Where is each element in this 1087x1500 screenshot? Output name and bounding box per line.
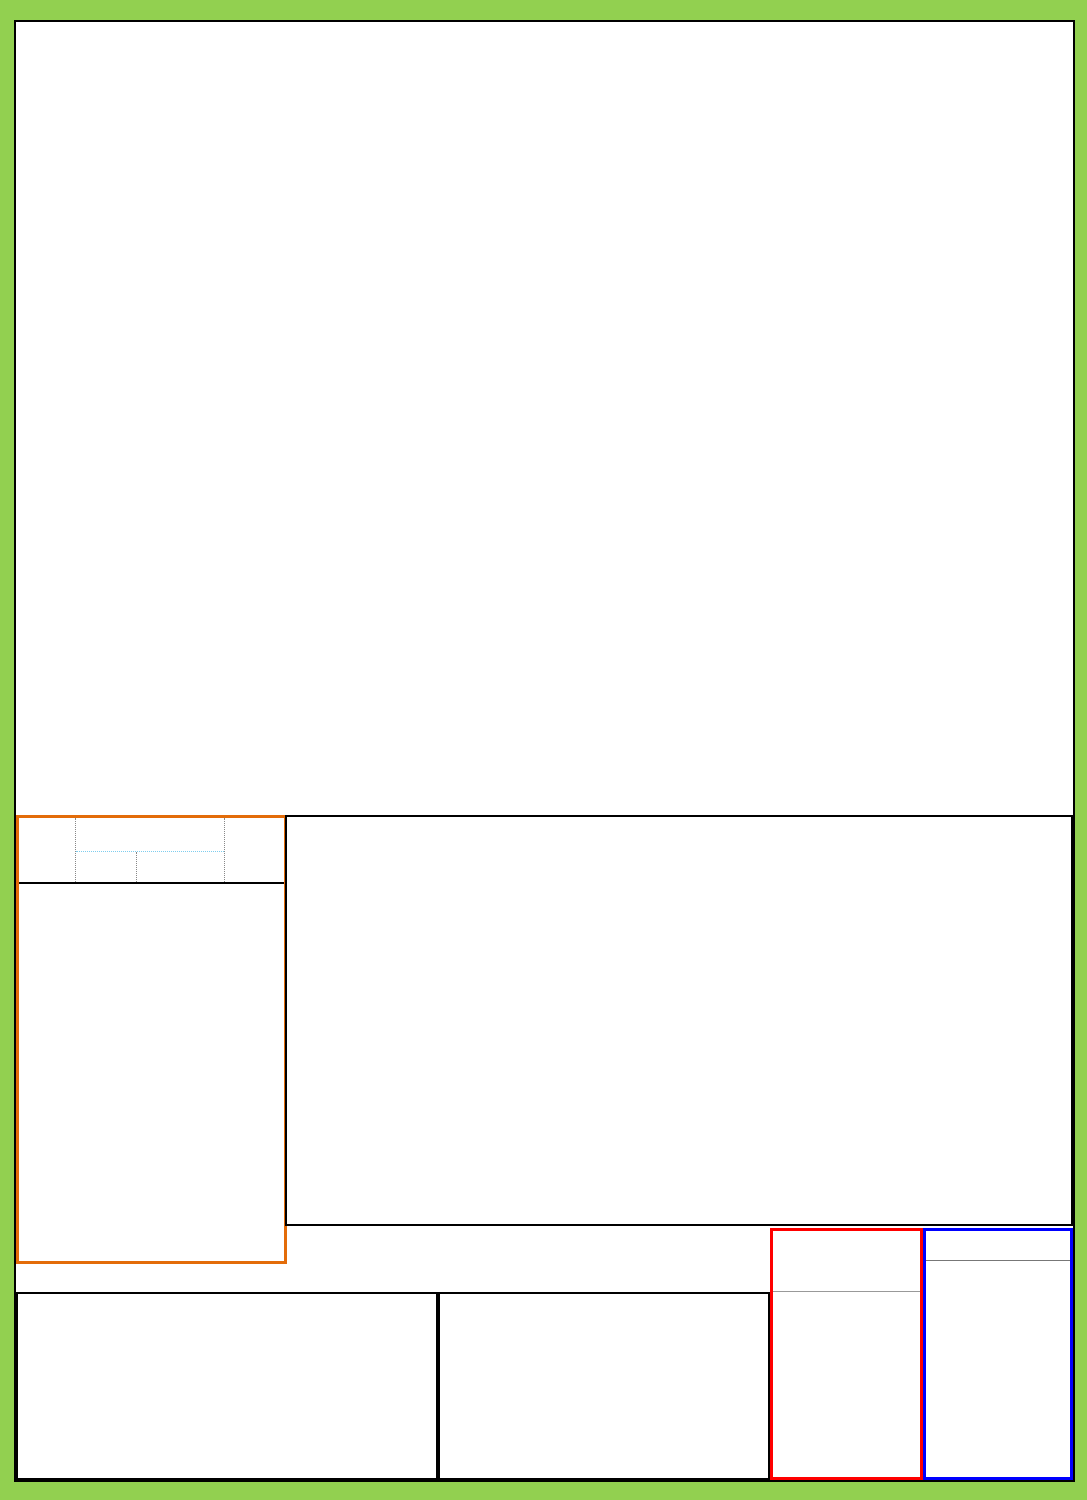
spreadsheet [14, 20, 1075, 1482]
stats-header [19, 818, 284, 884]
note [16, 1262, 770, 1292]
stats-header-recent [224, 818, 284, 882]
segment-stats-title [926, 1231, 1070, 1261]
missing-zodiac-body [773, 1292, 920, 1477]
missing-zodiac-title [773, 1231, 920, 1292]
stats-header-zodiac [19, 818, 76, 882]
stats-header-before [76, 852, 136, 882]
page-title [16, 22, 1073, 59]
missing-zodiac-limit-box [770, 1228, 923, 1480]
segment-stats-body [926, 1261, 1070, 1477]
zodiac-codes-left-table [16, 1292, 438, 1480]
stats-header-after [136, 852, 224, 882]
stats-body [19, 884, 284, 1261]
frequency-table [285, 815, 1073, 1226]
zodiac-stats-table [16, 815, 287, 1264]
page-background: { "title": {"main": "2024年特码统计表", "suffi… [0, 0, 1087, 1500]
stats-header-count [76, 818, 224, 852]
segment-stats-box [923, 1228, 1073, 1480]
top-table [16, 58, 1073, 799]
zodiac-codes-right-table [438, 1292, 770, 1480]
